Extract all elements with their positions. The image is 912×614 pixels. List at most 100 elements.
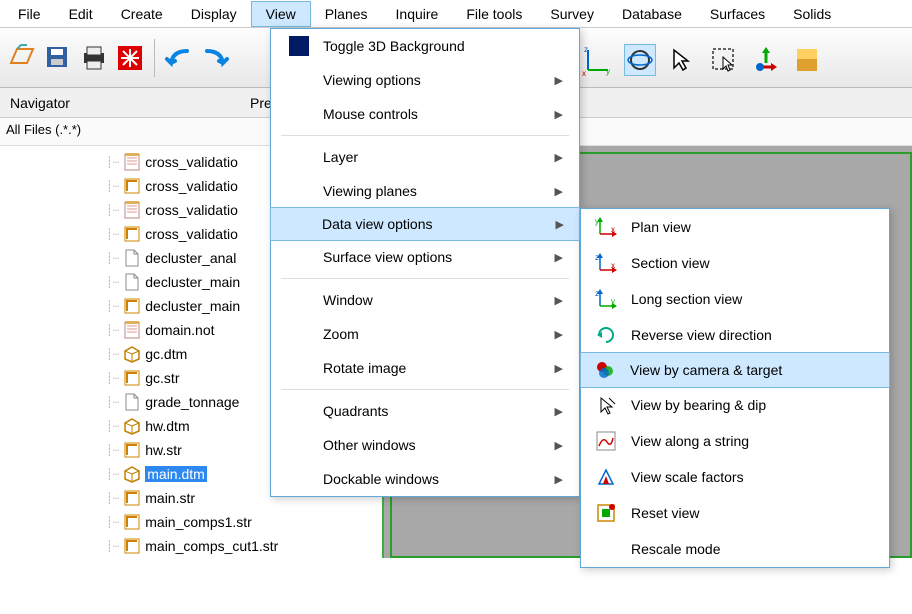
svg-text:y: y bbox=[595, 217, 599, 226]
submenu-item-plan-view[interactable]: yxPlan view bbox=[581, 209, 889, 245]
camera-icon bbox=[594, 359, 616, 381]
string-icon bbox=[595, 430, 617, 452]
menu-item-mouse-controls[interactable]: Mouse controls▶ bbox=[271, 97, 579, 131]
submenu-item-label: View by camera & target bbox=[630, 362, 782, 378]
file-name: main_comps_cut1.str bbox=[145, 538, 278, 554]
reverse-icon bbox=[595, 324, 617, 346]
svg-text:z: z bbox=[595, 253, 599, 262]
menu-edit[interactable]: Edit bbox=[55, 2, 107, 26]
axis-yx-icon: yx bbox=[595, 216, 617, 238]
submenu-arrow-icon: ▶ bbox=[555, 473, 563, 486]
axis-icon[interactable]: zyx bbox=[582, 44, 614, 76]
blank-icon bbox=[287, 399, 311, 423]
scale-icon bbox=[595, 466, 617, 488]
file-name: decluster_main bbox=[145, 298, 240, 314]
menu-display[interactable]: Display bbox=[177, 2, 251, 26]
file-name: hw.dtm bbox=[145, 418, 189, 434]
file-type-notes-icon bbox=[123, 153, 141, 171]
file-name: gc.dtm bbox=[145, 346, 187, 362]
save-icon[interactable] bbox=[42, 42, 74, 74]
menu-file[interactable]: File bbox=[4, 2, 55, 26]
bearing-icon bbox=[595, 394, 617, 416]
blank-icon bbox=[287, 102, 311, 126]
submenu-arrow-icon: ▶ bbox=[555, 328, 563, 341]
blank-icon bbox=[287, 68, 311, 92]
svg-text:x: x bbox=[611, 225, 615, 234]
svg-text:x: x bbox=[611, 261, 615, 270]
blank-icon bbox=[287, 145, 311, 169]
menu-item-viewing-options[interactable]: Viewing options ▶ bbox=[271, 63, 579, 97]
submenu-arrow-icon: ▶ bbox=[555, 439, 563, 452]
submenu-item-label: Plan view bbox=[631, 219, 691, 235]
submenu-item-view-by-camera-target[interactable]: View by camera & target bbox=[580, 352, 890, 388]
menu-file-tools[interactable]: File tools bbox=[452, 2, 536, 26]
file-name: decluster_anal bbox=[145, 250, 236, 266]
axis-zx-icon: zx bbox=[595, 252, 617, 274]
menu-item-label: Viewing options bbox=[323, 72, 543, 88]
open-icon[interactable] bbox=[6, 42, 38, 74]
menu-item-dockable-windows[interactable]: Dockable windows▶ bbox=[271, 462, 579, 496]
undo-icon[interactable] bbox=[163, 42, 195, 74]
submenu-item-long-section-view[interactable]: zyLong section view bbox=[581, 281, 889, 317]
menu-view[interactable]: View bbox=[251, 1, 311, 27]
menu-solids[interactable]: Solids bbox=[779, 2, 845, 26]
menu-item-window[interactable]: Window▶ bbox=[271, 283, 579, 317]
menubar: File Edit Create Display View Planes Inq… bbox=[0, 0, 912, 28]
cursor-icon[interactable] bbox=[666, 44, 698, 76]
submenu-item-view-scale-factors[interactable]: View scale factors bbox=[581, 459, 889, 495]
submenu-item-section-view[interactable]: zxSection view bbox=[581, 245, 889, 281]
menu-item-rotate-image[interactable]: Rotate image▶ bbox=[271, 351, 579, 385]
menu-item-surface-view-options[interactable]: Surface view options▶ bbox=[271, 240, 579, 274]
file-name: hw.str bbox=[145, 442, 182, 458]
print-icon[interactable] bbox=[78, 42, 110, 74]
surface-tool-icon[interactable] bbox=[792, 44, 824, 76]
blank-icon bbox=[287, 467, 311, 491]
menu-item-toggle-3d-background[interactable]: Toggle 3D Background bbox=[271, 29, 579, 63]
submenu-item-view-by-bearing-dip[interactable]: View by bearing & dip bbox=[581, 387, 889, 423]
submenu-item-reverse-view-direction[interactable]: Reverse view direction bbox=[581, 317, 889, 353]
menu-item-data-view-options[interactable]: Data view options▶ bbox=[270, 207, 580, 241]
submenu-arrow-icon: ▶ bbox=[555, 74, 563, 87]
orbit-icon[interactable] bbox=[624, 44, 656, 76]
menu-planes[interactable]: Planes bbox=[311, 2, 382, 26]
file-type-notes-icon bbox=[123, 201, 141, 219]
menu-create[interactable]: Create bbox=[107, 2, 177, 26]
redo-icon[interactable] bbox=[199, 42, 231, 74]
file-name: main_comps1.str bbox=[145, 514, 252, 530]
menu-item-label: Rotate image bbox=[323, 360, 543, 376]
file-type-doc-icon bbox=[123, 393, 141, 411]
submenu-item-reset-view[interactable]: Reset view bbox=[581, 495, 889, 531]
menu-surfaces[interactable]: Surfaces bbox=[696, 2, 779, 26]
menu-survey[interactable]: Survey bbox=[536, 2, 608, 26]
file-type-str-icon bbox=[123, 369, 141, 387]
blank-icon bbox=[287, 179, 311, 203]
select-box-icon[interactable] bbox=[708, 44, 740, 76]
blank-icon bbox=[595, 538, 617, 560]
menu-item-quadrants[interactable]: Quadrants▶ bbox=[271, 394, 579, 428]
navigator-tab[interactable]: Navigator bbox=[0, 91, 200, 115]
menu-database[interactable]: Database bbox=[608, 2, 696, 26]
move-icon[interactable] bbox=[750, 44, 782, 76]
toolbar-separator bbox=[154, 39, 155, 77]
menu-item-layer[interactable]: Layer▶ bbox=[271, 140, 579, 174]
submenu-arrow-icon: ▶ bbox=[555, 108, 563, 121]
menu-item-other-windows[interactable]: Other windows▶ bbox=[271, 428, 579, 462]
file-name: main.dtm bbox=[145, 466, 207, 482]
reset-icon bbox=[595, 502, 617, 524]
file-item[interactable]: ┊┈main_comps_cut1.str bbox=[6, 534, 380, 558]
menu-item-viewing-planes[interactable]: Viewing planes▶ bbox=[271, 174, 579, 208]
menu-item-label: Toggle 3D Background bbox=[323, 38, 563, 54]
submenu-item-view-along-a-string[interactable]: View along a string bbox=[581, 423, 889, 459]
submenu-arrow-icon: ▶ bbox=[555, 405, 563, 418]
blank-icon bbox=[287, 245, 311, 269]
file-type-str-icon bbox=[123, 225, 141, 243]
menu-inquire[interactable]: Inquire bbox=[382, 2, 453, 26]
submenu-item-label: View along a string bbox=[631, 433, 749, 449]
menu-item-zoom[interactable]: Zoom▶ bbox=[271, 317, 579, 351]
file-item[interactable]: ┊┈main_comps1.str bbox=[6, 510, 380, 534]
file-type-str-icon bbox=[123, 537, 141, 555]
menu-item-label: Data view options bbox=[322, 216, 544, 232]
reset-icon[interactable] bbox=[114, 42, 146, 74]
view-dropdown: Toggle 3D BackgroundViewing options▶Mous… bbox=[270, 28, 580, 497]
submenu-item-rescale-mode[interactable]: Rescale mode bbox=[581, 531, 889, 567]
